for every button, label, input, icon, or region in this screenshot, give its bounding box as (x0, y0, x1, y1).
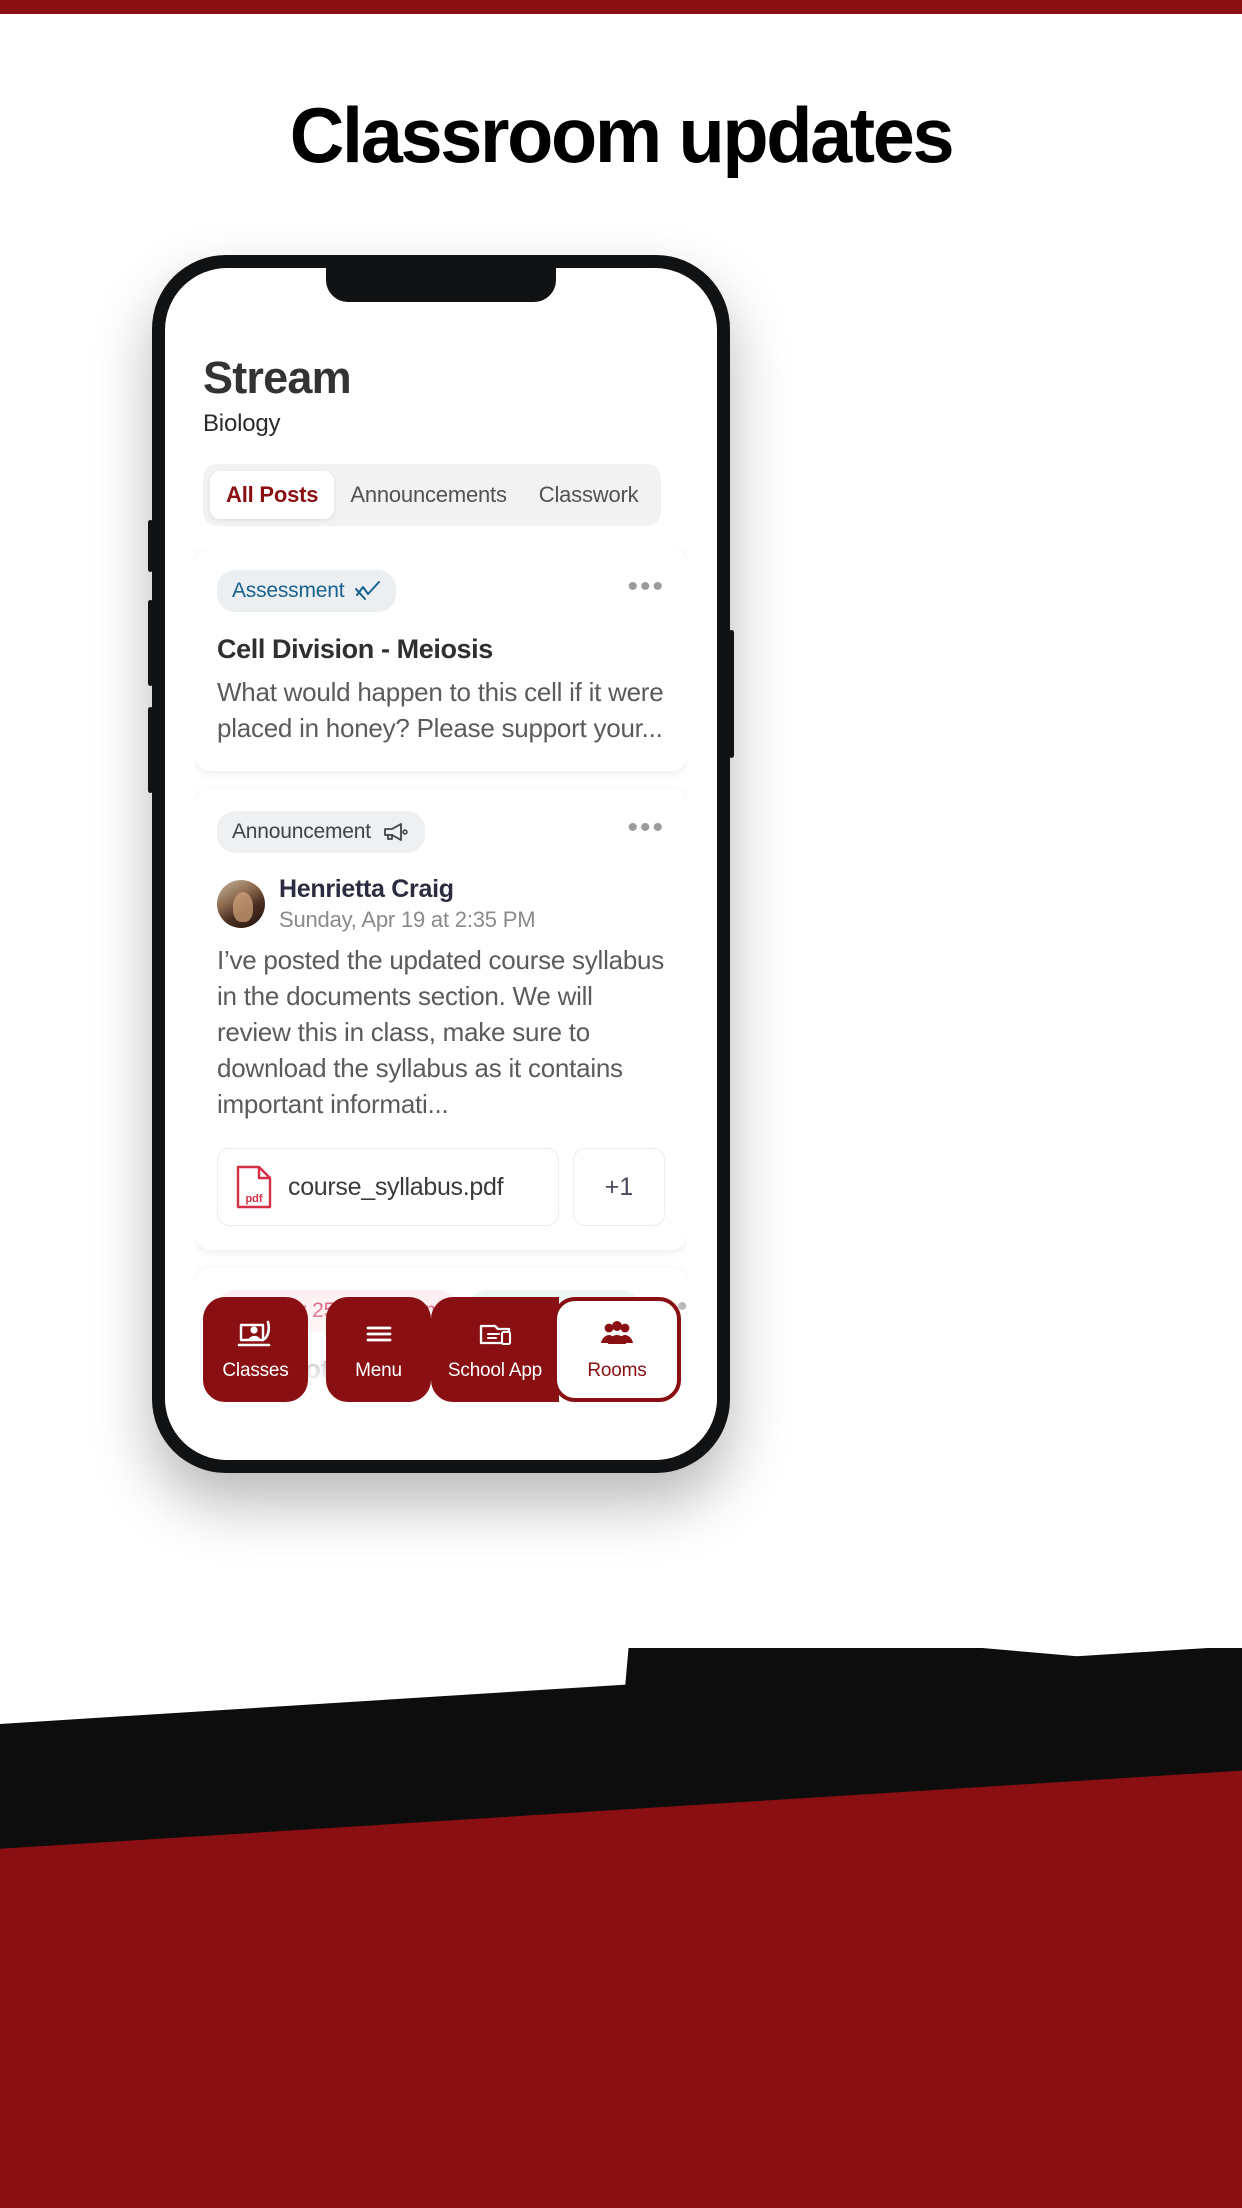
post-card-announcement[interactable]: Announcement ••• Henrietta Craig Sunday,… (195, 789, 687, 1251)
nav-button-school-app[interactable]: School App (431, 1297, 559, 1402)
megaphone-icon (383, 823, 408, 841)
post-body: What would happen to this cell if it wer… (217, 677, 664, 744)
nav-label-school-app: School App (447, 1360, 543, 1381)
post-title: Cell Division - Meiosis (217, 634, 493, 665)
rooms-people-icon (601, 1321, 633, 1344)
nav-button-classes[interactable]: Classes (203, 1297, 308, 1402)
phone-power-button (729, 630, 734, 758)
phone-silent-switch (148, 520, 153, 572)
post-author-row: Henrietta Craig Sunday, Apr 19 at 2:35 P… (217, 875, 665, 933)
school-app-icon (479, 1324, 512, 1346)
attachment-more-count[interactable]: +1 (573, 1148, 665, 1227)
post-feed[interactable]: Assessment ••• Cell Division - Meiosis W… (195, 548, 687, 1384)
phone-screen: Stream Biology All Posts Announcements C… (165, 268, 717, 1460)
post-body: I’ve posted the updated course syllabus … (217, 945, 664, 1119)
classes-desk-icon (237, 1320, 270, 1347)
badge-assessment-label: Assessment (232, 579, 345, 603)
attachment-row: pdf course_syllabus.pdf +1 (217, 1148, 665, 1227)
post-overflow-menu-button[interactable]: ••• (627, 813, 665, 843)
top-accent-bar (0, 0, 1242, 14)
phone-mockup: Stream Biology All Posts Announcements C… (148, 255, 734, 1473)
attachment-chip[interactable]: pdf course_syllabus.pdf (217, 1148, 559, 1227)
nav-label-rooms: Rooms (587, 1360, 647, 1381)
post-timestamp: Sunday, Apr 19 at 2:35 PM (279, 907, 536, 932)
phone-volume-down-button (148, 707, 153, 793)
tab-classwork[interactable]: Classwork (523, 471, 655, 519)
nav-label-classes: Classes (222, 1360, 289, 1381)
pdf-file-icon: pdf (236, 1166, 272, 1209)
avatar (217, 880, 265, 928)
tab-all-posts[interactable]: All Posts (210, 471, 335, 520)
phone-notch (326, 268, 556, 302)
nav-label-menu: Menu (355, 1360, 402, 1381)
post-overflow-menu-button[interactable]: ••• (627, 572, 665, 602)
phone-volume-up-button (148, 600, 153, 686)
badge-announcement-label: Announcement (232, 820, 371, 843)
badge-announcement: Announcement (217, 811, 425, 853)
nav-button-rooms[interactable]: Rooms (553, 1297, 681, 1402)
class-name-subtitle: Biology (203, 410, 281, 438)
stream-title: Stream (203, 352, 352, 403)
page-title: Classroom updates (289, 91, 955, 179)
post-card-assessment[interactable]: Assessment ••• Cell Division - Meiosis W… (195, 548, 687, 771)
nav-button-menu[interactable]: Menu (326, 1297, 431, 1402)
filter-tabbar: All Posts Announcements Classwork (203, 464, 662, 527)
attachment-filename: course_syllabus.pdf (288, 1172, 504, 1201)
trend-chart-icon (355, 581, 381, 601)
bottom-navigation-bar: Classes Menu School App Rooms (203, 1297, 681, 1402)
svg-text:pdf: pdf (245, 1193, 262, 1205)
bottom-decor-shapes (0, 1648, 1242, 2208)
badge-assessment: Assessment (217, 570, 397, 613)
tab-announcements[interactable]: Announcements (334, 471, 522, 519)
hamburger-menu-icon (366, 1326, 391, 1342)
author-name: Henrietta Craig (279, 875, 454, 903)
